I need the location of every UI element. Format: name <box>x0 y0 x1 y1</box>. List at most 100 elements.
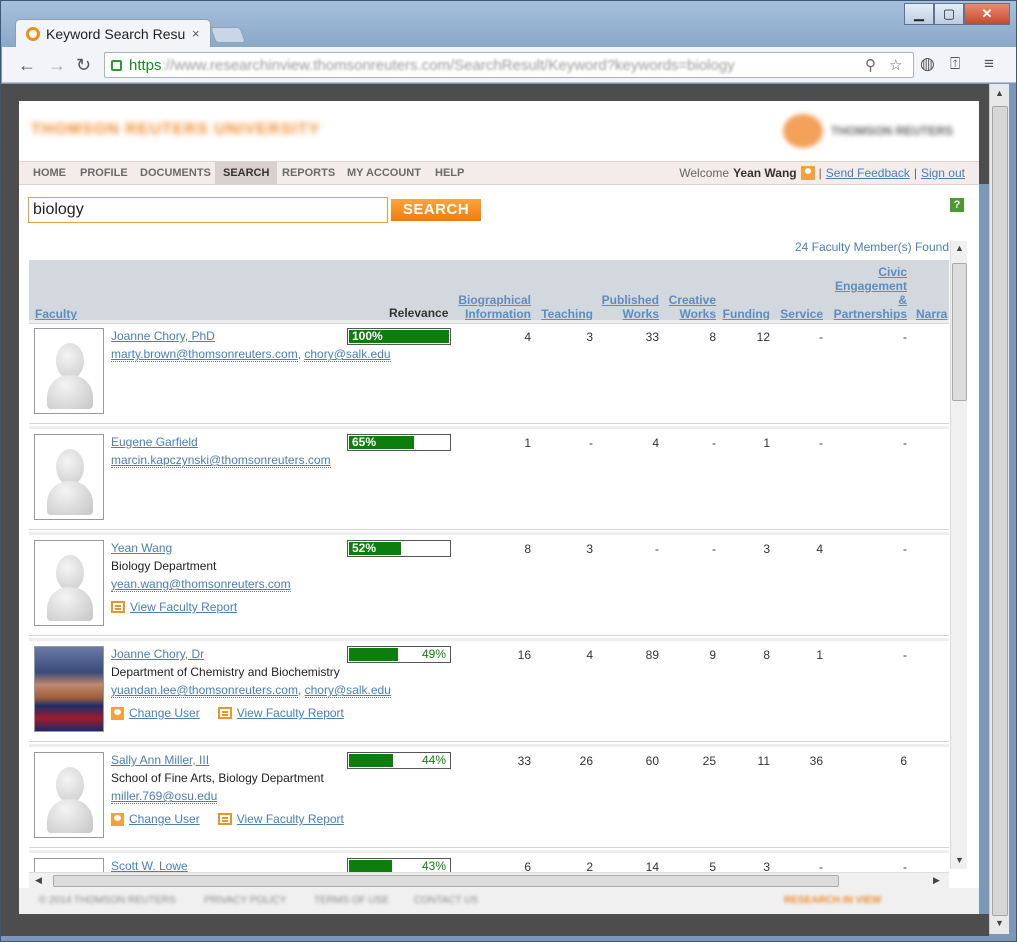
bio-count: 1 <box>524 436 531 450</box>
thomson-reuters-logo: THOMSON REUTERS <box>783 113 973 149</box>
user-icon <box>111 812 124 826</box>
page-scroll-down-icon[interactable]: ▼ <box>995 918 1004 928</box>
nav-help[interactable]: HELP <box>427 162 472 184</box>
sign-out-link[interactable]: Sign out <box>921 166 965 180</box>
nav-search[interactable]: SEARCH <box>215 162 278 184</box>
forward-button[interactable]: → <box>48 55 66 76</box>
report-icon <box>217 813 232 825</box>
avatar-placeholder-body <box>47 375 93 409</box>
nav-profile[interactable]: PROFILE <box>72 162 136 184</box>
col-faculty[interactable]: Faculty <box>35 307 77 321</box>
published-count: 4 <box>652 436 659 450</box>
url-scheme: https <box>129 56 162 74</box>
change-user-link[interactable]: Change User <box>111 812 200 826</box>
avatar-placeholder-body <box>47 587 93 621</box>
table-row: Eugene Garfield marcin.kapczynski@thomson… <box>29 426 949 530</box>
view-faculty-report-link[interactable]: View Faculty Report <box>217 812 344 826</box>
civic-count: 6 <box>900 754 907 768</box>
reload-button[interactable]: ↻ <box>76 55 91 76</box>
col-service[interactable]: Service <box>780 307 823 321</box>
footer-privacy-link[interactable]: PRIVACY POLICY <box>204 895 286 906</box>
email-link[interactable]: yean.wang@thomsonreuters.com <box>111 577 291 592</box>
help-icon[interactable]: ? <box>950 198 964 212</box>
faculty-name-link[interactable]: Joanne Chory, Dr <box>111 647 204 661</box>
menu-icon[interactable]: ≡ <box>984 54 994 74</box>
footer-terms-link[interactable]: TERMS OF USE <box>314 895 389 906</box>
col-funding[interactable]: Funding <box>723 307 770 321</box>
tab-close-icon[interactable]: × <box>192 26 200 41</box>
footer-brand: RESEARCH IN VIEW <box>784 895 882 906</box>
url-path: ://www.researchinview.thomsonreuters.com… <box>161 56 735 74</box>
col-narrative[interactable]: Narra <box>916 307 947 321</box>
report-icon <box>111 601 125 613</box>
page-vertical-scrollbar[interactable]: ▲ ▼ <box>989 84 1009 934</box>
grid-horizontal-scrollbar[interactable]: ◀ ▶ <box>29 872 949 888</box>
minimize-button[interactable]: ▁ <box>904 3 934 25</box>
col-biographical[interactable]: Biographical Information <box>458 293 531 321</box>
col-teaching[interactable]: Teaching <box>541 307 593 321</box>
faculty-name-link[interactable]: Scott W. Lowe <box>111 859 188 873</box>
relevance-label: 44% <box>421 753 446 767</box>
user-icon <box>111 706 124 720</box>
view-report-label: View Faculty Report <box>130 600 238 614</box>
avatar-placeholder-body <box>47 799 93 833</box>
nav-reports[interactable]: REPORTS <box>274 162 343 184</box>
search-input[interactable]: biology <box>28 197 388 223</box>
zoom-icon[interactable]: ⚲ <box>865 56 876 74</box>
nav-documents[interactable]: DOCUMENTS <box>132 162 219 184</box>
faculty-name-link[interactable]: Yean Wang <box>111 541 172 555</box>
scroll-up-icon[interactable]: ▲ <box>955 243 964 253</box>
table-row: Joanne Chory, Dr Department of Chemistry … <box>29 638 949 742</box>
teaching-count: 26 <box>579 754 593 768</box>
col-cre-line2: Works <box>679 307 716 321</box>
col-published[interactable]: Published Works <box>602 293 659 321</box>
browser-tab[interactable]: Keyword Search Resu × <box>15 19 211 47</box>
relevance-fill <box>349 754 393 767</box>
page-vscroll-thumb[interactable] <box>992 106 1008 916</box>
download-icon[interactable]: ⍐ <box>950 54 960 74</box>
change-user-link[interactable]: Change User <box>111 706 200 720</box>
col-civic[interactable]: Civic Engagement & Partnerships <box>834 265 907 321</box>
globe-icon[interactable]: ◍ <box>920 54 935 74</box>
relevance-label: 49% <box>421 647 446 661</box>
grid-hscroll-thumb[interactable] <box>53 875 839 887</box>
title-bar: Keyword Search Resu × ▁ ▢ ✕ <box>1 1 1016 47</box>
scroll-right-icon[interactable]: ▶ <box>933 875 940 886</box>
footer-contact-link[interactable]: CONTACT US <box>414 895 478 906</box>
nav-my-account[interactable]: MY ACCOUNT <box>339 162 429 184</box>
main-nav: HOME PROFILE DOCUMENTS SEARCH REPORTS MY… <box>19 161 979 185</box>
address-bar[interactable]: https ://www.researchinview.thomsonreute… <box>104 52 914 78</box>
close-window-button[interactable]: ✕ <box>964 3 1010 25</box>
new-tab-button[interactable] <box>210 27 246 43</box>
email-link[interactable]: chory@salk.edu <box>304 683 391 698</box>
col-creative[interactable]: Creative Works <box>669 293 716 321</box>
search-button[interactable]: SEARCH <box>391 199 481 221</box>
page-scroll-up-icon[interactable]: ▲ <box>995 88 1004 98</box>
scroll-left-icon[interactable]: ◀ <box>35 875 42 886</box>
maximize-button[interactable]: ▢ <box>934 3 964 25</box>
avatar-placeholder-icon <box>56 767 84 803</box>
avatar <box>34 434 104 520</box>
view-faculty-report-link[interactable]: View Faculty Report <box>111 600 237 614</box>
results-grid: Faculty Relevance Biographical Informatio… <box>29 260 949 875</box>
email-link[interactable]: chory@salk.edu <box>304 347 391 362</box>
faculty-name-link[interactable]: Joanne Chory, PhD <box>111 329 215 343</box>
faculty-name-link[interactable]: Sally Ann Miller, III <box>111 753 209 767</box>
grid-vscroll-thumb[interactable] <box>952 263 967 401</box>
browser-window: Keyword Search Resu × ▁ ▢ ✕ ← → ↻ https … <box>0 0 1017 942</box>
email-link[interactable]: marty.brown@thomsonreuters.com <box>111 347 298 362</box>
bookmark-star-icon[interactable]: ☆ <box>889 56 902 74</box>
email-link[interactable]: yuandan.lee@thomsonreuters.com <box>111 683 298 698</box>
send-feedback-link[interactable]: Send Feedback <box>826 166 910 180</box>
nav-home[interactable]: HOME <box>25 162 74 184</box>
user-icon[interactable] <box>800 166 815 180</box>
view-faculty-report-link[interactable]: View Faculty Report <box>217 706 344 720</box>
civic-count: - <box>903 648 907 662</box>
faculty-name-link[interactable]: Eugene Garfield <box>111 435 198 449</box>
back-button[interactable]: ← <box>18 55 36 76</box>
email-link[interactable]: marcin.kapczynski@thomsonreuters.com <box>111 453 331 468</box>
email-link[interactable]: miller.769@osu.edu <box>111 789 218 804</box>
grid-vertical-scrollbar[interactable]: ▲ ▼ <box>950 241 967 869</box>
university-logo[interactable]: THOMSON REUTERS UNIVERSITY <box>31 121 331 139</box>
scroll-down-icon[interactable]: ▼ <box>955 855 964 865</box>
